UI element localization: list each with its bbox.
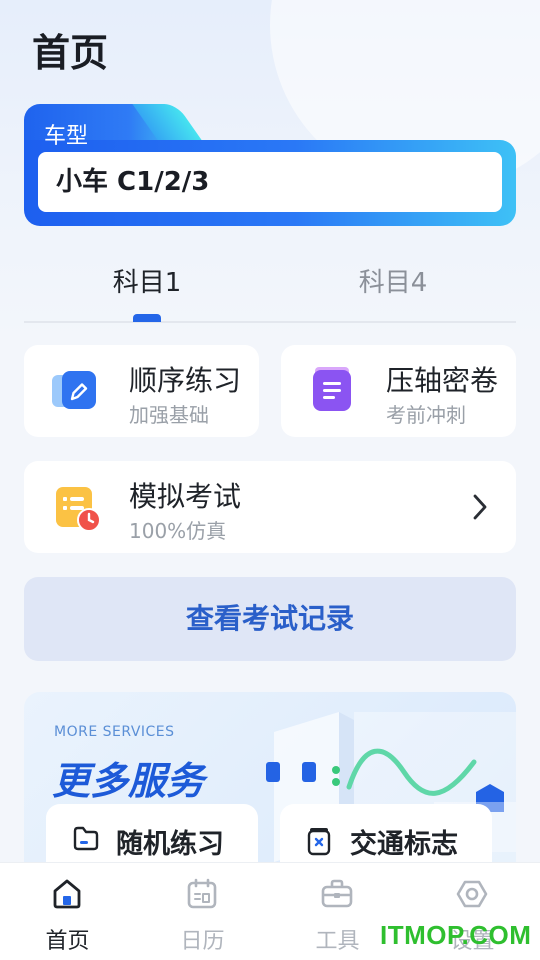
- folder-icon: [72, 826, 100, 856]
- tab-subject-1[interactable]: 科目1: [24, 262, 270, 299]
- final-paper-card[interactable]: 压轴密卷 考前冲刺: [281, 345, 516, 437]
- subject-tabs: 科目1 科目4: [24, 262, 516, 324]
- nav-calendar-label: 日历: [180, 929, 225, 954]
- calendar-icon: [185, 877, 219, 915]
- chevron-right-icon: [472, 493, 488, 525]
- home-icon: [50, 877, 84, 915]
- services-eyebrow: MORE SERVICES: [54, 724, 175, 740]
- sequential-practice-subtitle: 加强基础: [129, 403, 209, 427]
- random-practice-label: 随机练习: [116, 829, 224, 860]
- site-watermark: ITMOP.COM: [380, 920, 532, 950]
- view-exam-records-button[interactable]: 查看考试记录: [24, 577, 516, 661]
- settings-icon: [455, 877, 489, 915]
- sign-icon: [306, 826, 332, 860]
- toolbox-icon: [320, 877, 354, 915]
- exam-clock-icon: [56, 485, 102, 537]
- mock-exam-subtitle: 100%仿真: [129, 519, 227, 543]
- sequential-practice-title: 顺序练习: [129, 364, 242, 397]
- active-tab-indicator: [133, 314, 161, 322]
- vehicle-type-value[interactable]: 小车 C1/2/3: [38, 152, 502, 212]
- sequential-practice-card[interactable]: 顺序练习 加强基础: [24, 345, 259, 437]
- nav-calendar[interactable]: 日历: [135, 863, 270, 960]
- document-icon: [313, 367, 353, 417]
- nav-home-label: 首页: [45, 929, 90, 954]
- mock-exam-title: 模拟考试: [129, 480, 242, 513]
- services-heading: 更多服务: [52, 759, 205, 803]
- mock-exam-card[interactable]: 模拟考试 100%仿真: [24, 461, 516, 553]
- vehicle-type-card[interactable]: 车型 小车 C1/2/3: [24, 104, 516, 226]
- pencil-icon: [52, 369, 100, 419]
- vehicle-type-label: 车型: [44, 124, 89, 149]
- page-title: 首页: [32, 31, 109, 75]
- final-paper-title: 压轴密卷: [386, 364, 499, 397]
- tabs-divider: [24, 321, 516, 323]
- final-paper-subtitle: 考前冲刺: [386, 403, 466, 427]
- nav-home[interactable]: 首页: [0, 863, 135, 960]
- tab-subject-4[interactable]: 科目4: [270, 262, 516, 299]
- traffic-signs-label: 交通标志: [350, 829, 458, 860]
